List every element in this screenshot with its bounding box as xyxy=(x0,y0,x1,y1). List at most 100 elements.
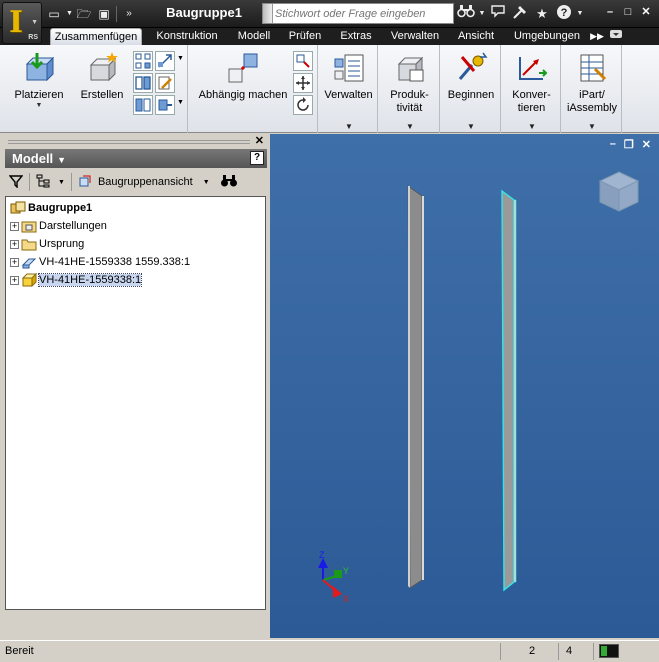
tree-item-ursprung[interactable]: + Ursprung xyxy=(10,235,268,253)
tab-zusammenfuegen[interactable]: Zusammenfügen xyxy=(50,28,142,45)
pattern-component-button[interactable] xyxy=(133,51,153,71)
panel-grip[interactable] xyxy=(4,137,268,147)
subscription-center-icon[interactable] xyxy=(510,4,530,23)
favorites-star-icon[interactable]: ★ xyxy=(532,4,552,23)
place-component-icon xyxy=(25,53,55,82)
status-documents-count: 4 xyxy=(566,645,573,657)
svg-text:Z: Z xyxy=(319,550,325,560)
move-component-button[interactable] xyxy=(293,73,313,93)
tab-extras[interactable]: Extras xyxy=(334,28,378,45)
filter-icon[interactable] xyxy=(8,174,24,191)
tree-item-label: VH-41HE-1559338 1559.338:1 xyxy=(39,256,191,268)
konvertieren-label-1: Konver- xyxy=(512,89,551,101)
tree-root-label: Baugruppe1 xyxy=(28,202,93,214)
abhaengig-machen-label: Abhängig machen xyxy=(198,89,288,101)
tree-item-label: VH-41HE-1559338:1 xyxy=(37,273,143,287)
konvertieren-label-2: tieren xyxy=(517,102,546,114)
new-file-icon[interactable]: ▭ xyxy=(46,6,62,22)
edit-component-button[interactable] xyxy=(155,73,175,93)
tab-verwalten[interactable]: Verwalten xyxy=(384,28,446,45)
status-separator xyxy=(593,643,594,660)
ribbon-panel-component: Platzieren ▼ Erstellen ▼ ▼ xyxy=(0,45,188,133)
profile-part-1[interactable] xyxy=(407,185,424,589)
konvertieren-button[interactable]: Konver- tieren xyxy=(504,51,559,115)
more-tools-icon[interactable]: » xyxy=(121,6,137,22)
part-icon xyxy=(21,272,38,288)
ribbon-tabs: Zusammenfügen Konstruktion Modell Prüfen… xyxy=(0,28,659,45)
assembly-view-dropdown[interactable]: Baugruppenansicht xyxy=(98,176,193,188)
expand-icon[interactable]: + xyxy=(10,239,19,249)
erstellen-button[interactable]: Erstellen xyxy=(76,51,128,102)
tab-konstruktion[interactable]: Konstruktion xyxy=(149,28,225,45)
profile-part-2-selected[interactable] xyxy=(501,189,517,592)
beginnen-button[interactable]: Beginnen xyxy=(443,51,499,102)
communication-center-icon[interactable] xyxy=(488,4,508,23)
rotate-component-button[interactable] xyxy=(293,95,313,115)
ribbon-panel-verwalten: Verwalten ▼ xyxy=(319,45,378,133)
dropdown-arrow-icon[interactable]: ▼ xyxy=(345,122,353,131)
tab-ansicht[interactable]: Ansicht xyxy=(451,28,501,45)
tree-root[interactable]: Baugruppe1 xyxy=(10,199,268,217)
tree-item-component-1[interactable]: + VH-41HE-1559338 1559.338:1 xyxy=(10,253,268,271)
dropdown-arrow-icon[interactable]: ▼ xyxy=(467,122,475,131)
dropdown-arrow-icon[interactable]: ▼ xyxy=(576,4,584,23)
copy-component-button[interactable] xyxy=(133,73,153,93)
status-text: Bereit xyxy=(5,645,34,657)
browser-header[interactable]: Modell ▼ ? xyxy=(5,149,267,168)
help-tools: ▼ ★ ? ▼ xyxy=(456,4,584,23)
dropdown-arrow-icon[interactable]: ▼ xyxy=(177,99,184,106)
browser-title: Modell xyxy=(12,151,54,166)
binoculars-icon[interactable] xyxy=(456,4,476,23)
toolbar-separator xyxy=(70,173,72,191)
verwalten-button[interactable]: Verwalten xyxy=(321,51,376,102)
expand-icon[interactable]: + xyxy=(10,221,19,231)
dropdown-arrow-icon[interactable]: ▼ xyxy=(66,6,73,22)
ribbon-options-icon[interactable] xyxy=(608,28,624,45)
help-icon[interactable]: ? xyxy=(250,151,264,165)
tree-item-darstellungen[interactable]: + Darstellungen xyxy=(10,217,268,235)
close-icon[interactable]: ✕ xyxy=(255,134,264,147)
tab-modell[interactable]: Modell xyxy=(232,28,276,45)
tree-view-icon[interactable] xyxy=(36,174,52,191)
dropdown-arrow-icon[interactable]: ▼ xyxy=(406,122,414,131)
dropdown-arrow-icon: ▼ xyxy=(57,155,67,165)
minimize-icon[interactable]: – xyxy=(601,4,619,20)
svg-text:?: ? xyxy=(561,7,568,19)
ipart-iassembly-button[interactable]: iPart/ iAssembly xyxy=(564,51,620,115)
application-menu-button[interactable]: I ▼ RS xyxy=(2,2,42,44)
close-icon[interactable]: ✕ xyxy=(637,4,655,20)
tree-item-component-2[interactable]: + VH-41HE-1559338:1 xyxy=(10,271,268,289)
tab-pruefen[interactable]: Prüfen xyxy=(282,28,328,45)
joint-button[interactable] xyxy=(293,51,313,71)
save-icon[interactable]: ▣ xyxy=(96,6,112,22)
dropdown-arrow-icon[interactable]: ▼ xyxy=(528,122,536,131)
platzieren-button[interactable]: Platzieren ▼ xyxy=(8,51,70,110)
expand-icon[interactable]: + xyxy=(10,257,19,267)
ipart-table-icon xyxy=(580,54,607,82)
binoculars-icon[interactable] xyxy=(220,174,238,191)
dropdown-arrow-icon[interactable]: ▼ xyxy=(203,179,210,186)
maximize-icon[interactable]: □ xyxy=(619,4,637,20)
ribbon-panel-produktivitaet: Produk- tivität ▼ xyxy=(379,45,440,133)
dropdown-arrow-icon[interactable]: ▼ xyxy=(588,122,596,131)
constraint-icon xyxy=(228,53,258,83)
status-separator xyxy=(500,643,501,660)
graphics-viewport[interactable]: – ❐ ✕ Z Y X xyxy=(270,134,659,638)
help-icon[interactable]: ? xyxy=(554,4,574,23)
tab-umgebungen[interactable]: Umgebungen xyxy=(507,28,587,45)
produktivitaet-button[interactable]: Produk- tivität xyxy=(381,51,438,115)
search-input[interactable] xyxy=(275,5,451,22)
dropdown-arrow-icon[interactable]: ▼ xyxy=(177,55,184,62)
model-tree: Baugruppe1 + Darstellungen + Ursprung + … xyxy=(5,196,266,610)
dropdown-arrow-icon[interactable]: ▼ xyxy=(58,179,65,186)
substitute-component-button[interactable] xyxy=(155,95,175,115)
more-tabs-icon[interactable]: ▶▶ xyxy=(588,28,606,45)
productivity-icon xyxy=(397,56,423,82)
coordinate-triad: Z Y X xyxy=(318,550,349,604)
abhaengig-machen-button[interactable]: Abhängig machen xyxy=(195,51,291,102)
mirror-component-button[interactable] xyxy=(155,51,175,71)
dropdown-arrow-icon[interactable]: ▼ xyxy=(478,4,486,23)
open-folder-icon[interactable]: 🗁 xyxy=(76,6,92,22)
expand-icon[interactable]: + xyxy=(10,275,19,285)
replace-component-button[interactable] xyxy=(133,95,153,115)
